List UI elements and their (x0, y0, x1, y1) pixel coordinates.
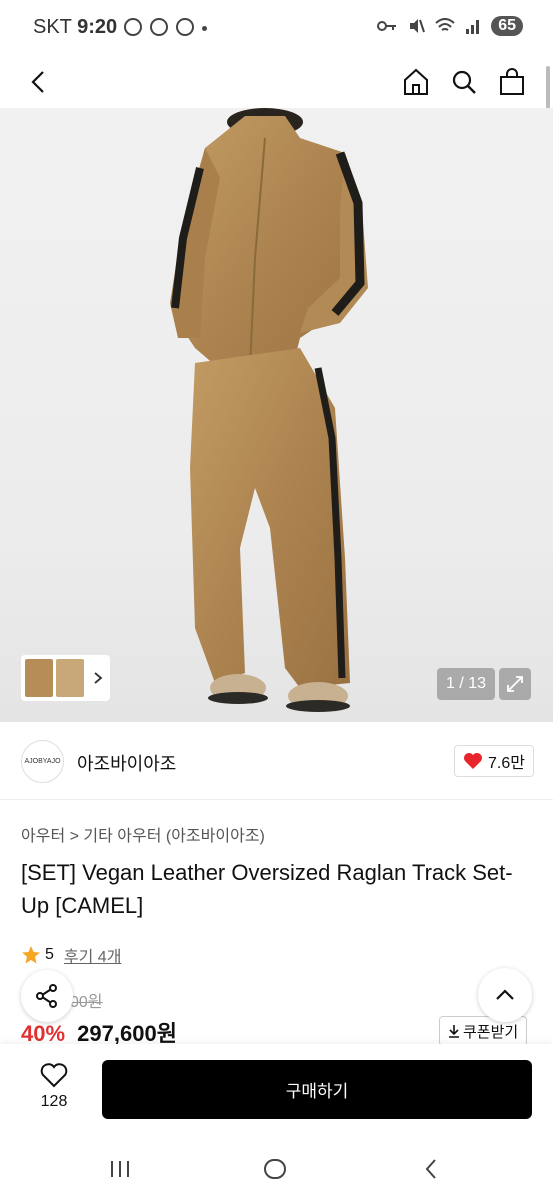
heart-icon (464, 753, 482, 769)
discount-rate: 40% (21, 1021, 66, 1046)
breadcrumb[interactable]: 아우터 > 기타 아우터 (아조바이아조) (21, 822, 265, 846)
brand-row[interactable]: AJOBYAJO 아조바이아조 7.6만 (0, 722, 553, 800)
product-photo (170, 108, 368, 712)
image-counter: 1 / 13 (437, 668, 495, 700)
back-icon (425, 1159, 436, 1179)
battery-indicator: 65 (491, 16, 523, 36)
wishlist-button[interactable]: 128 (28, 1062, 80, 1111)
product-image-carousel[interactable]: 1 / 13 (0, 108, 553, 722)
more-notifications-icon (202, 26, 207, 31)
carrier: SKT (33, 16, 72, 38)
signal-icon (466, 20, 480, 34)
carrier-time: SKT 9:20 (33, 16, 117, 39)
clock: 9:20 (77, 16, 118, 38)
back-button[interactable] (18, 62, 58, 102)
home-system-button[interactable] (260, 1154, 290, 1184)
system-navigation-bar (0, 1136, 553, 1200)
home-icon (404, 68, 428, 95)
key-icon (377, 21, 397, 31)
thumbnail-image[interactable] (56, 659, 84, 697)
camera-icon (150, 18, 168, 36)
wifi-icon (435, 18, 455, 31)
expand-button[interactable] (499, 668, 531, 700)
back-system-button[interactable] (416, 1154, 446, 1184)
status-bar: SKT 9:20 65 (0, 0, 553, 56)
coupon-label: 쿠폰받기 (463, 1023, 519, 1041)
product-title: [SET] Vegan Leather Oversized Raglan Tra… (21, 860, 513, 918)
chevron-left-icon (31, 71, 44, 93)
cart-button[interactable] (492, 62, 532, 102)
thumbnail-strip[interactable] (21, 655, 110, 701)
mute-icon (410, 19, 426, 33)
brand-like-button[interactable]: 7.6만 (454, 745, 534, 777)
heart-outline-icon (40, 1063, 68, 1088)
sale-price: 297,600원 (77, 1021, 177, 1046)
rating-row: 5 후기 4개 (21, 943, 121, 967)
purchase-bar: 128 구매하기 (0, 1044, 553, 1136)
chevron-up-icon (496, 989, 514, 1000)
home-circle-icon (264, 1159, 286, 1179)
buy-button[interactable]: 구매하기 (102, 1060, 532, 1119)
system-icons: 65 (377, 16, 523, 36)
expand-icon (507, 676, 523, 692)
top-navigation (0, 56, 553, 108)
brand-logo[interactable]: AJOBYAJO (21, 740, 64, 783)
share-icon (36, 984, 57, 1008)
like-count: 7.6만 (488, 755, 525, 772)
notification-icons (124, 18, 194, 36)
home-button[interactable] (396, 62, 436, 102)
recent-apps-icon (111, 1161, 129, 1177)
sync-icon (176, 18, 194, 36)
search-button[interactable] (444, 62, 484, 102)
rating-value: 5 (45, 946, 54, 963)
thumbnail-image[interactable] (25, 659, 53, 697)
shopping-bag-icon (500, 68, 524, 95)
share-button[interactable] (21, 970, 73, 1022)
wishlist-count: 128 (40, 1093, 68, 1110)
talk-icon (124, 18, 142, 36)
review-link[interactable]: 후기 4개 (64, 943, 122, 967)
star-icon (22, 946, 40, 964)
original-price: 00원 (70, 994, 103, 1011)
scroll-to-top-button[interactable] (478, 968, 532, 1022)
search-icon (452, 70, 476, 94)
chevron-right-icon (94, 672, 103, 684)
coupon-button[interactable]: 쿠폰받기 (439, 1016, 528, 1046)
download-icon (449, 1025, 459, 1038)
brand-name[interactable]: 아조바이아조 (77, 750, 176, 776)
recent-apps-button[interactable] (105, 1154, 135, 1184)
